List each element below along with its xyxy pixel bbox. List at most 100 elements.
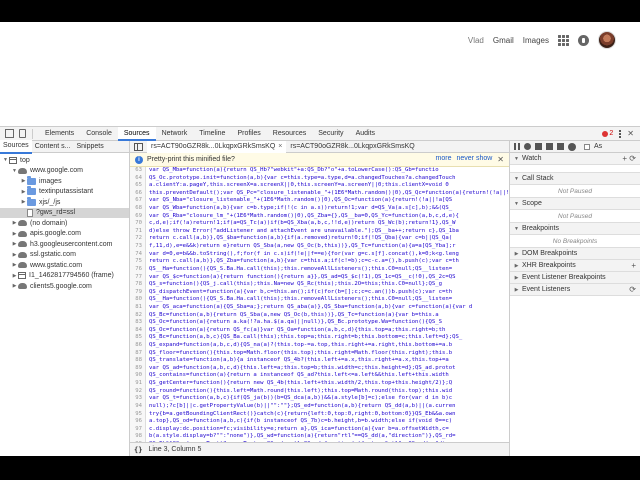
code-line[interactable]: 87 QS_floor=function(){this.top=Math.floo…	[130, 349, 509, 358]
tree-item[interactable]: ▶ h3.googleusercontent.com	[0, 239, 129, 250]
code-line[interactable]: 83 QS_Oc=function(a){return a.ka(!?a.ha.$…	[130, 319, 509, 327]
code-line[interactable]: 88 QS_translate=function(a,b){a instanceo…	[130, 357, 509, 365]
line-number[interactable]: 66	[130, 189, 146, 198]
error-count-badge[interactable]: 2	[602, 130, 613, 137]
code-line[interactable]: 98 b(a.style.display=b?"":"none")},QS_wd=…	[130, 433, 509, 441]
tab-elements[interactable]: Elements	[39, 127, 80, 141]
tab-network[interactable]: Network	[156, 127, 194, 141]
section-dom-breakpoints[interactable]: ▶ DOM Breakpoints	[510, 248, 640, 260]
tree-item[interactable]: ▶ xjs/_/js	[0, 196, 129, 208]
code-line[interactable]: 67 var QS_Nba="closure_listenable_"+(1E6*…	[130, 197, 509, 206]
toggle-navigator-icon[interactable]	[134, 142, 143, 151]
line-number[interactable]: 96	[130, 418, 146, 426]
tree-item[interactable]: ▼ www.google.com	[0, 166, 129, 177]
infobar-more-link[interactable]: more	[436, 155, 452, 164]
line-number[interactable]: 84	[130, 326, 146, 335]
code-line[interactable]: 84 QS_Oc=function(a){return QS_fc(a)}var …	[130, 326, 509, 335]
bell-icon[interactable]	[578, 34, 589, 46]
line-number[interactable]: 65	[130, 182, 146, 190]
triangle-right-icon[interactable]: ▶	[11, 273, 18, 279]
line-number[interactable]: 90	[130, 372, 146, 381]
code-line[interactable]: 92 QS_round=function(){this.left=Math.rou…	[130, 387, 509, 396]
triangle-right-icon[interactable]: ▶	[20, 178, 27, 184]
tree-item[interactable]: ?gws_rd=ssl	[0, 207, 129, 218]
section-action-icon[interactable]: + ⟳	[622, 153, 636, 165]
more-options-icon[interactable]	[619, 129, 622, 138]
triangle-right-icon[interactable]: ▶	[513, 251, 520, 257]
line-number[interactable]: 82	[130, 311, 146, 320]
inspect-element-icon[interactable]	[5, 129, 14, 138]
tree-item[interactable]: ▶ apis.google.com	[0, 229, 129, 240]
triangle-down-icon[interactable]: ▼	[513, 226, 520, 232]
code-line[interactable]: 76 QS__Ha=function(){QS_S.Ba.Ha.call(this…	[130, 265, 509, 274]
triangle-right-icon[interactable]: ▶	[20, 199, 27, 205]
code-line[interactable]: 89 var QS_ad=function(a,b,c,d){this.left=…	[130, 364, 509, 373]
section-action-icon[interactable]: +	[631, 260, 636, 272]
code-line[interactable]: 66 this.preventDefault();var QS_Pc="closu…	[130, 189, 509, 198]
triangle-right-icon[interactable]: ▶	[11, 220, 18, 226]
code-line[interactable]: 82 QS_Bc=function(a,b){return QS_Sba(a,ne…	[130, 311, 509, 320]
avatar[interactable]	[598, 31, 616, 49]
section-breakpoints[interactable]: ▼ Breakpoints	[510, 223, 640, 235]
line-number[interactable]: 64	[130, 174, 146, 183]
code-line[interactable]: 79 QS_dispatchEvent=function(a){var b,c=t…	[130, 288, 509, 297]
code-line[interactable]: 80 QS__Ha=function(){QS_S.Ba.Ha.call(this…	[130, 296, 509, 304]
tree-item[interactable]: ▶ ssl.gstatic.com	[0, 250, 129, 261]
navigator-tab-2[interactable]: Snippets	[73, 141, 106, 153]
navigator-tab-1[interactable]: Content s...	[32, 141, 74, 153]
code-line[interactable]: 69 var QS_Rba="closure_lm_"+(1E6*Math.ran…	[130, 212, 509, 221]
code-line[interactable]: 71 d)else throw Error("addListener and at…	[130, 227, 509, 236]
code-line[interactable]: 81 var QS_aca=function(a){QS_Sba=a;};retu…	[130, 303, 509, 312]
step-over-icon[interactable]	[524, 143, 531, 150]
pause-icon[interactable]	[514, 143, 520, 150]
section-action-icon[interactable]: ⟳	[629, 284, 636, 296]
code-line[interactable]: 78 QS_s=function(){QS_j.call(this);this.N…	[130, 281, 509, 289]
section-event-listener-breakpoints[interactable]: ▶ Event Listener Breakpoints	[510, 272, 640, 284]
line-number[interactable]: 88	[130, 357, 146, 365]
line-number[interactable]: 92	[130, 387, 146, 396]
pause-on-exceptions-icon[interactable]	[568, 142, 576, 151]
tab-timeline[interactable]: Timeline	[193, 127, 231, 141]
user-name-link[interactable]: Vlad	[468, 36, 484, 45]
code-line[interactable]: 90 QS_contains=function(a){return a insta…	[130, 372, 509, 381]
triangle-right-icon[interactable]: ▶	[20, 189, 27, 195]
code-line[interactable]: 86 QS_expand=function(a,b,c,d){QS_na(a)?(…	[130, 342, 509, 350]
line-number[interactable]: 80	[130, 296, 146, 304]
section-call-stack[interactable]: ▼ Call Stack	[510, 173, 640, 185]
triangle-right-icon[interactable]: ▶	[11, 252, 18, 258]
tab-console[interactable]: Console	[80, 127, 118, 141]
line-number[interactable]: 79	[130, 288, 146, 297]
line-number[interactable]: 71	[130, 227, 146, 236]
tab-audits[interactable]: Audits	[350, 127, 381, 141]
step-out-icon[interactable]	[546, 143, 553, 150]
code-line[interactable]: 74 var d=0,e=b&&b.toString(),f;for(f in c…	[130, 250, 509, 259]
code-line[interactable]: 85 QS_Bc=function(a,b,c){QS_Ba.call(this)…	[130, 334, 509, 343]
infobar-never-show-link[interactable]: never show	[457, 155, 493, 164]
device-mode-icon[interactable]	[19, 129, 26, 138]
code-lines[interactable]: 63 var QS_Mba=function(a){return QS_Hb?"w…	[130, 167, 509, 442]
code-line[interactable]: 95 try{b=a.getBoundingClientRect()}catch(…	[130, 410, 509, 419]
navigator-tab-0[interactable]: Sources	[0, 139, 32, 154]
tree-item[interactable]: ▼ top	[0, 155, 129, 166]
code-line[interactable]: 65 a.clientY:a.pageY,this.screenX=a.scree…	[130, 182, 509, 190]
code-line[interactable]: 64 QS_Oc.prototype.init=function(a,b){var…	[130, 174, 509, 183]
line-number[interactable]: 72	[130, 235, 146, 244]
editor-tab-1[interactable]: rs=ACT90oGZR8k...0LkqpxGRkSmsKQ	[286, 141, 418, 153]
line-number[interactable]: 75	[130, 258, 146, 266]
line-number[interactable]: 68	[130, 205, 146, 213]
section-event-listeners[interactable]: ▶ Event Listeners ⟳	[510, 284, 640, 296]
triangle-right-icon[interactable]: ▶	[11, 231, 18, 237]
code-line[interactable]: 91 QS_getCenter=function(){return new QS_…	[130, 380, 509, 388]
triangle-down-icon[interactable]: ▼	[2, 157, 9, 163]
pretty-print-button[interactable]: {}	[134, 446, 142, 454]
code-line[interactable]: 93 var QS_t=function(a,b,c){if(QS_ja(b))(…	[130, 395, 509, 403]
code-line[interactable]: 97 c.display:dc.position=fc;visibility=e;…	[130, 425, 509, 434]
triangle-right-icon[interactable]: ▶	[513, 263, 520, 269]
line-number[interactable]: 91	[130, 380, 146, 388]
triangle-down-icon[interactable]: ▼	[513, 201, 520, 207]
line-number[interactable]: 94	[130, 402, 146, 411]
editor-tab-0[interactable]: rs=ACT90oGZR8k...0LkqpxGRkSmsKQ ×	[147, 141, 287, 153]
images-link[interactable]: Images	[523, 36, 549, 45]
line-number[interactable]: 70	[130, 220, 146, 228]
line-number[interactable]: 83	[130, 319, 146, 327]
